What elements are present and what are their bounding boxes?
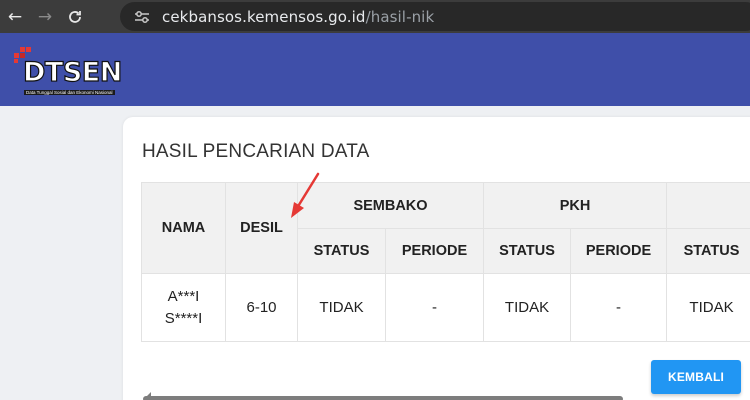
cell-nama: A***I S****I bbox=[141, 273, 226, 342]
header-sembako-periode: PERIODE bbox=[385, 228, 484, 274]
header-pkh-status: STATUS bbox=[483, 228, 571, 274]
logo-subtitle: Data Tunggal Sosial dan Ekonomi Nasional bbox=[24, 90, 115, 95]
cell-next-status: TIDAK bbox=[666, 273, 750, 342]
url-text: cekbansos.kemensos.go.id/hasil-nik bbox=[162, 8, 434, 26]
table-row: A***I S****I 6-10 TIDAK - TIDAK - TIDAK bbox=[141, 273, 750, 342]
header-nama: NAMA bbox=[141, 182, 226, 274]
site-info-button[interactable] bbox=[132, 7, 152, 27]
url-host: cekbansos.kemensos.go.id bbox=[162, 7, 366, 26]
address-bar[interactable]: cekbansos.kemensos.go.id/hasil-nik bbox=[120, 2, 750, 31]
cell-pkh-status: TIDAK bbox=[483, 273, 571, 342]
result-table: NAMA DESIL SEMBAKO PKH STATUS PERIODE ST… bbox=[141, 182, 750, 342]
red-arrow-annotation-icon bbox=[291, 172, 320, 218]
nama-line-1: A***I bbox=[167, 287, 200, 305]
header-sembako: SEMBAKO bbox=[297, 182, 484, 229]
back-button[interactable]: ← bbox=[0, 0, 30, 33]
cell-sembako-status: TIDAK bbox=[297, 273, 386, 342]
result-card: HASIL PENCARIAN DATA NAMA DESIL SEMBAKO … bbox=[123, 117, 750, 400]
url-path: /hasil-nik bbox=[365, 7, 435, 26]
nama-line-2: S****I bbox=[164, 309, 203, 327]
horizontal-scrollbar[interactable] bbox=[143, 396, 623, 400]
forward-button[interactable]: → bbox=[30, 0, 60, 33]
tune-icon bbox=[135, 10, 149, 23]
reload-icon bbox=[69, 10, 81, 23]
arrow-left-icon: ← bbox=[7, 6, 23, 27]
dtsen-logo[interactable]: DTSEN Data Tunggal Sosial dan Ekonomi Na… bbox=[12, 45, 137, 100]
cell-desil: 6-10 bbox=[225, 273, 298, 342]
page-title: HASIL PENCARIAN DATA bbox=[142, 141, 370, 162]
header-pkh-periode: PERIODE bbox=[570, 228, 667, 274]
logo-text: DTSEN bbox=[22, 57, 123, 88]
header-sembako-status: STATUS bbox=[297, 228, 386, 274]
site-header: DTSEN Data Tunggal Sosial dan Ekonomi Na… bbox=[0, 33, 750, 106]
reload-button[interactable] bbox=[60, 0, 90, 33]
arrow-right-icon: → bbox=[37, 6, 53, 27]
header-next-program bbox=[666, 182, 750, 229]
cell-sembako-periode: - bbox=[385, 273, 484, 342]
browser-toolbar: ← → cekbansos.kemensos.go.id/hasil-nik bbox=[0, 0, 750, 33]
header-pkh: PKH bbox=[483, 182, 667, 229]
header-next-status: STATUS bbox=[666, 228, 750, 274]
cell-pkh-periode: - bbox=[570, 273, 667, 342]
back-button-kembali[interactable]: KEMBALI bbox=[651, 360, 741, 394]
